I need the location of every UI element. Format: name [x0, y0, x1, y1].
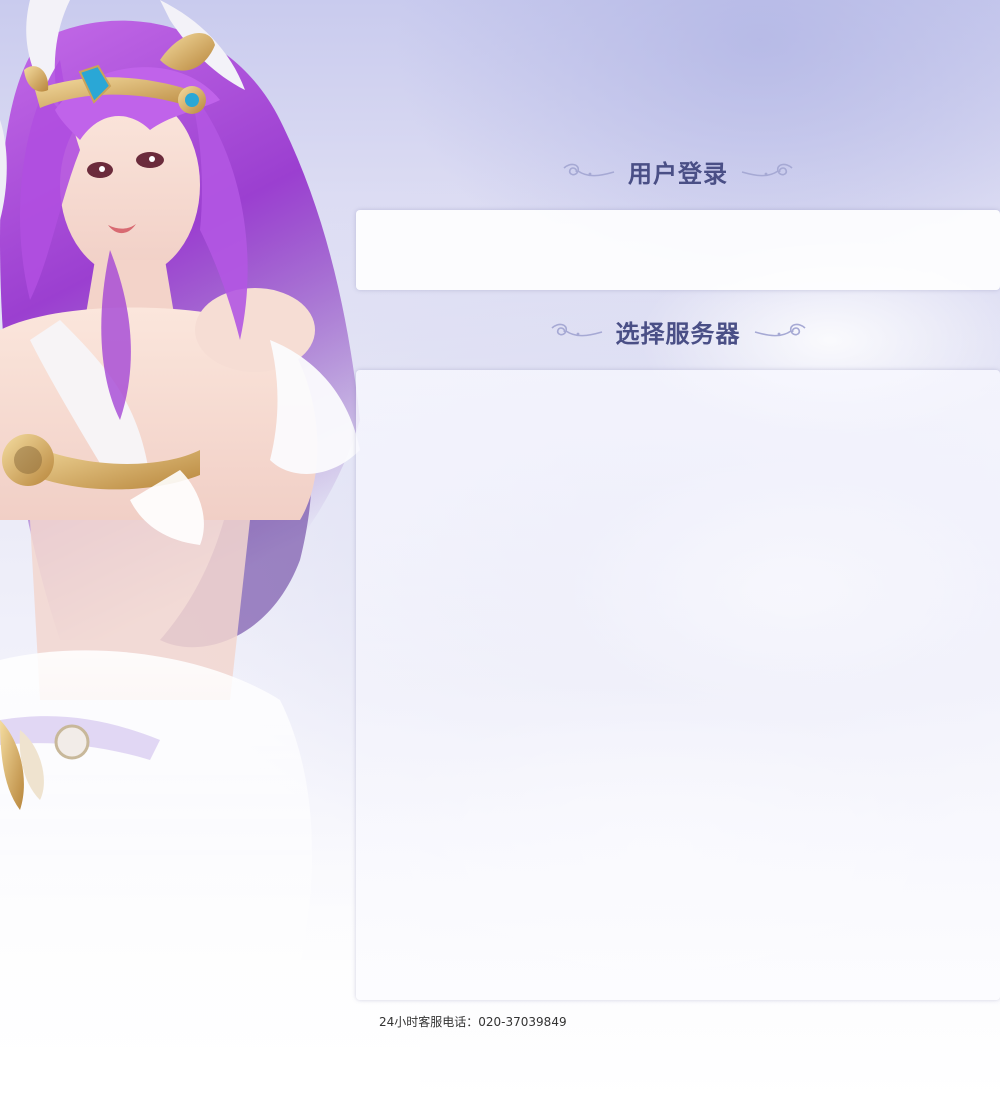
scroll-flourish-icon: [550, 323, 602, 337]
support-hotline: 24小时客服电话：020-37039849: [379, 1015, 567, 1029]
server-list-panel: [356, 370, 1000, 1000]
scroll-flourish-icon: [563, 163, 615, 177]
page-title: 用户登录: [628, 159, 728, 188]
scroll-flourish-icon: [741, 163, 793, 177]
scroll-flourish-icon: [754, 323, 806, 337]
login-panel: [356, 210, 1000, 290]
section-title: 选择服务器: [615, 319, 741, 348]
login-heading: 用户登录: [556, 151, 800, 191]
server-heading: 选择服务器: [544, 311, 812, 351]
launcher-page: 用户登录 选择服务器 24小时客服电话：020-37039849: [0, 0, 1000, 1100]
